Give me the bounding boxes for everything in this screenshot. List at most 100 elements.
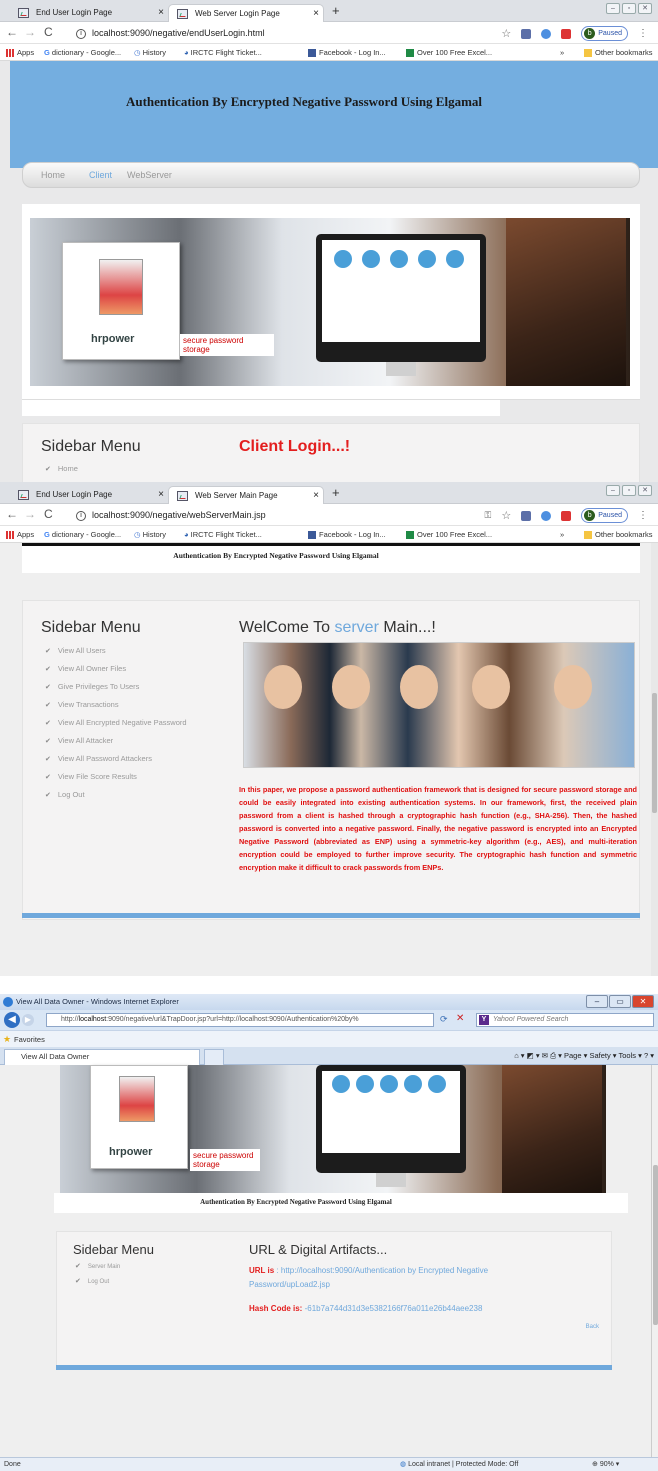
- forward-arrow-icon[interactable]: →: [24, 25, 36, 39]
- sidebar-item-log-out[interactable]: Log Out: [45, 790, 85, 799]
- profile-paused-button[interactable]: b Paused: [581, 508, 628, 523]
- tab-close-icon[interactable]: ×: [158, 486, 164, 504]
- back-arrow-icon[interactable]: ←: [6, 25, 18, 39]
- bookmark-dictionary[interactable]: G dictionary - Google...: [44, 44, 121, 61]
- tab-close-icon[interactable]: ×: [313, 487, 319, 505]
- address-bar[interactable]: i localhost:9090/negative/webServerMain.j…: [76, 507, 486, 523]
- print-icon[interactable]: ⎙ ▾: [550, 1051, 564, 1060]
- sidebar-item-home[interactable]: Home: [45, 464, 78, 473]
- mail-icon[interactable]: ✉: [542, 1051, 550, 1060]
- minimize-icon[interactable]: –: [606, 485, 620, 496]
- maximize-icon[interactable]: ▭: [609, 995, 631, 1008]
- bookmark-label: Other bookmarks: [595, 530, 653, 539]
- forward-arrow-icon[interactable]: →: [24, 507, 36, 521]
- scrollbar[interactable]: [651, 1065, 658, 1457]
- extension-globe-icon[interactable]: [541, 28, 552, 39]
- reload-icon[interactable]: C: [44, 25, 53, 39]
- bookmarks-overflow[interactable]: »: [560, 526, 564, 543]
- hero-bottom-bar: [22, 400, 500, 416]
- hero-caption: secure password storage: [190, 1149, 260, 1171]
- scroll-thumb[interactable]: [653, 1165, 658, 1325]
- address-bar[interactable]: i localhost:9090/negative/endUserLogin.ht…: [76, 25, 486, 41]
- close-window-icon[interactable]: ✕: [638, 485, 652, 496]
- bookmark-apps[interactable]: Apps: [6, 526, 34, 543]
- close-window-icon[interactable]: ✕: [632, 995, 654, 1008]
- nav-webserver[interactable]: WebServer: [127, 163, 172, 187]
- restore-icon[interactable]: ▫: [622, 485, 636, 496]
- bookmark-star-icon[interactable]: ☆: [501, 510, 511, 521]
- favorites-button[interactable]: Favorites: [14, 1035, 45, 1044]
- bookmark-excel[interactable]: Over 100 Free Excel...: [406, 526, 492, 543]
- scroll-thumb[interactable]: [652, 693, 657, 813]
- sidebar-item-view-owner-files[interactable]: View All Owner Files: [45, 664, 126, 673]
- new-tab-button[interactable]: [204, 1049, 224, 1065]
- sidebar-item-view-file-score[interactable]: View File Score Results: [45, 772, 137, 781]
- tab-end-user-login[interactable]: End User Login Page ×: [10, 486, 168, 504]
- restore-icon[interactable]: ▫: [622, 3, 636, 14]
- info-icon[interactable]: i: [76, 510, 86, 521]
- minimize-icon[interactable]: –: [606, 3, 620, 14]
- new-tab-button[interactable]: +: [332, 3, 340, 18]
- back-arrow-icon[interactable]: ◀: [4, 1012, 20, 1028]
- bookmark-apps[interactable]: Apps: [6, 44, 34, 61]
- bookmark-history[interactable]: ◷ History: [134, 526, 166, 543]
- new-tab-button[interactable]: +: [332, 485, 340, 500]
- sidebar-item-view-password-attackers[interactable]: View All Password Attackers: [45, 754, 152, 763]
- sidebar-item-view-enp[interactable]: View All Encrypted Negative Password: [45, 718, 187, 727]
- sidebar-item-server-main[interactable]: Server Main: [75, 1262, 120, 1270]
- sidebar-item-log-out[interactable]: Log Out: [75, 1277, 109, 1285]
- home-icon[interactable]: ⌂ ▾: [514, 1051, 526, 1060]
- menu-kebab-icon[interactable]: ⋮: [638, 510, 648, 521]
- info-icon[interactable]: i: [76, 28, 86, 39]
- sidebar-item-view-all-users[interactable]: View All Users: [45, 646, 106, 655]
- search-input[interactable]: Yahoo! Powered Search: [476, 1013, 654, 1027]
- extension-red-icon[interactable]: [561, 28, 572, 39]
- nav-client[interactable]: Client: [89, 163, 112, 187]
- refresh-icon[interactable]: ⟳: [440, 1014, 448, 1025]
- reload-icon[interactable]: C: [44, 507, 53, 521]
- sidebar-item-give-privileges[interactable]: Give Privileges To Users: [45, 682, 140, 691]
- menu-kebab-icon[interactable]: ⋮: [638, 28, 648, 39]
- tab-close-icon[interactable]: ×: [313, 5, 319, 23]
- close-window-icon[interactable]: ✕: [638, 3, 652, 14]
- extension-icon[interactable]: [521, 510, 532, 521]
- bookmark-facebook[interactable]: Facebook - Log In...: [308, 44, 386, 61]
- bookmark-irctc[interactable]: ◕ IRCTC Flight Ticket...: [184, 526, 262, 543]
- bookmark-history[interactable]: ◷ History: [134, 44, 166, 61]
- help-icon[interactable]: ? ▾: [644, 1051, 654, 1060]
- tab-end-user-login[interactable]: End User Login Page ×: [10, 4, 168, 22]
- extension-icon[interactable]: [521, 28, 532, 39]
- sidebar-item-view-attacker[interactable]: View All Attacker: [45, 736, 113, 745]
- key-icon[interactable]: ⚿: [485, 510, 492, 521]
- minimize-icon[interactable]: –: [586, 995, 608, 1008]
- back-arrow-icon[interactable]: ←: [6, 507, 18, 521]
- extension-red-icon[interactable]: [561, 510, 572, 521]
- bookmark-irctc[interactable]: ◕ IRCTC Flight Ticket...: [184, 44, 262, 61]
- page-content: Authentication By Encrypted Negative Pas…: [0, 543, 658, 976]
- tab-web-server-login[interactable]: Web Server Login Page ×: [168, 4, 324, 22]
- sidebar-item-view-transactions[interactable]: View Transactions: [45, 700, 119, 709]
- bookmark-other[interactable]: Other bookmarks: [584, 44, 653, 61]
- address-bar[interactable]: http://localhost:9090/negative/url&TrapD…: [46, 1013, 434, 1027]
- feeds-icon[interactable]: ◩ ▾: [527, 1051, 542, 1060]
- hash-info: Hash Code is: -61b7a744d31d3e5382166f76a…: [249, 1304, 549, 1313]
- tab-view-all-data-owner[interactable]: View All Data Owner: [4, 1049, 200, 1065]
- bookmark-excel[interactable]: Over 100 Free Excel...: [406, 44, 492, 61]
- bookmark-facebook[interactable]: Facebook - Log In...: [308, 526, 386, 543]
- bookmark-star-icon[interactable]: ☆: [501, 28, 511, 39]
- back-link[interactable]: Back: [586, 1324, 599, 1330]
- address-row: ← → C i localhost:9090/negative/endUserLo…: [0, 22, 658, 44]
- scrollbar[interactable]: [651, 543, 658, 976]
- forward-arrow-icon[interactable]: ▶: [22, 1014, 34, 1026]
- nav-home[interactable]: Home: [41, 163, 65, 187]
- extension-globe-icon[interactable]: [541, 510, 552, 521]
- bookmark-other[interactable]: Other bookmarks: [584, 526, 653, 543]
- zoom-control[interactable]: ⊕ 90% ▾: [592, 1458, 619, 1471]
- tab-close-icon[interactable]: ×: [158, 4, 164, 22]
- profile-paused-button[interactable]: b Paused: [581, 26, 628, 41]
- bookmark-dictionary[interactable]: G dictionary - Google...: [44, 526, 121, 543]
- stop-icon[interactable]: ✕: [456, 1013, 464, 1024]
- bookmarks-overflow[interactable]: »: [560, 44, 564, 61]
- tools-menu[interactable]: Page ▾ Safety ▾ Tools ▾: [564, 1051, 642, 1060]
- tab-web-server-main[interactable]: Web Server Main Page ×: [168, 486, 324, 504]
